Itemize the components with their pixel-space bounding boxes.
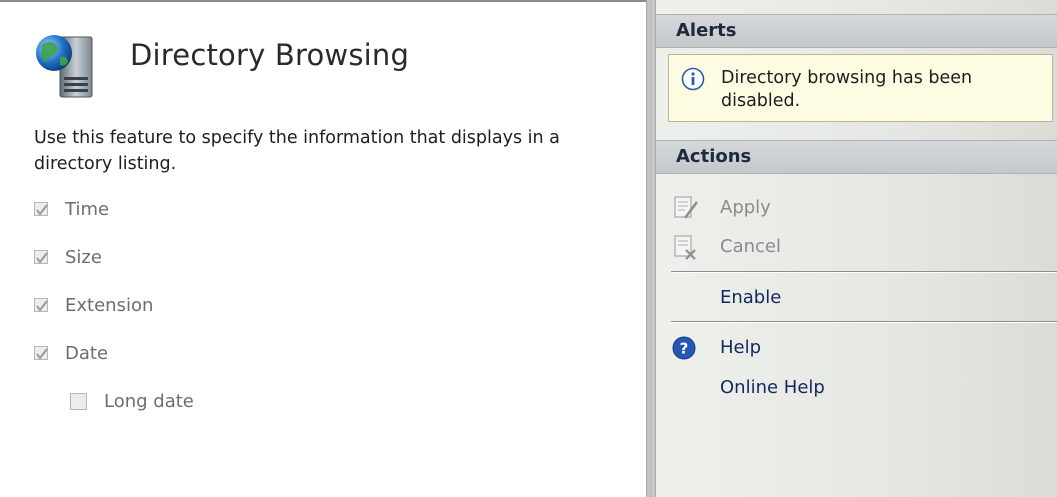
actions-header: Actions [656,140,1057,174]
time-checkbox[interactable] [34,202,48,216]
pane-splitter[interactable] [646,0,656,497]
checkmark-icon [36,252,48,264]
page-title: Directory Browsing [130,38,410,72]
date-option[interactable]: Date [34,340,108,366]
actions-pane: Alerts Directory browsing has been disab… [656,0,1057,497]
svg-text:?: ? [680,340,689,358]
long-date-option[interactable]: Long date [70,388,194,414]
time-option[interactable]: Time [34,196,109,222]
help-link[interactable]: Help [720,337,761,358]
cancel-action[interactable]: Cancel [656,231,1057,263]
checkmark-icon [36,348,48,360]
size-checkbox[interactable] [34,250,48,264]
info-icon [681,67,705,91]
online-help-action[interactable]: Online Help [656,372,1057,404]
date-label: Date [65,342,109,364]
size-option[interactable]: Size [34,244,102,270]
long-date-checkbox[interactable] [70,392,87,410]
alert-message-box: Directory browsing has been disabled. [668,54,1053,122]
extension-checkbox[interactable] [34,298,48,312]
help-icon: ? [671,334,699,362]
help-action[interactable]: ? Help [656,332,1057,364]
enable-link[interactable]: Enable [720,287,781,308]
cancel-icon [671,233,699,261]
server-globe-icon [34,27,98,101]
cancel-label: Cancel [720,236,781,257]
feature-pane: Directory Browsing Use this feature to s… [0,0,646,497]
alert-text: Directory browsing has been disabled. [721,68,973,111]
actions-divider [671,271,1057,273]
size-label: Size [65,246,102,268]
extension-option[interactable]: Extension [34,292,153,318]
enable-action[interactable]: Enable [656,282,1057,314]
online-help-link[interactable]: Online Help [720,377,825,398]
extension-label: Extension [65,294,154,316]
long-date-label: Long date [104,390,194,412]
checkmark-icon [36,300,48,312]
apply-label: Apply [720,197,771,218]
checkmark-icon [36,204,48,216]
apply-icon [671,194,699,222]
time-label: Time [65,198,110,220]
date-checkbox[interactable] [34,346,48,360]
alerts-header: Alerts [656,14,1057,48]
actions-divider [671,321,1057,323]
apply-action[interactable]: Apply [656,192,1057,224]
feature-description: Use this feature to specify the informat… [34,128,560,174]
